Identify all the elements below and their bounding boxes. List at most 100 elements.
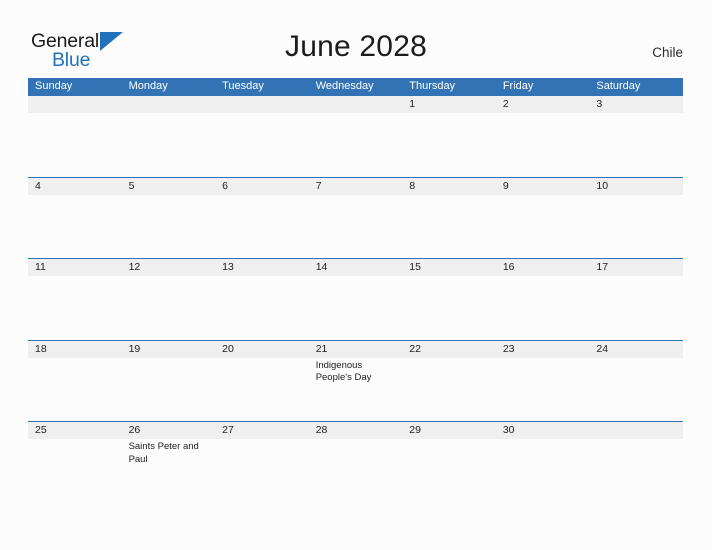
day-event — [596, 113, 683, 115]
day-cell[interactable]: 5 — [122, 178, 216, 259]
day-event — [222, 195, 309, 197]
day-number: 10 — [596, 179, 609, 192]
day-number: 26 — [128, 424, 141, 437]
day-number: 7 — [315, 179, 322, 192]
day-event: Saints Peter and Paul — [128, 441, 199, 465]
day-event — [129, 276, 216, 278]
day-event — [129, 195, 216, 197]
day-cell[interactable]: 12 — [122, 259, 216, 340]
day-cell[interactable]: 21 Indigenous People's Day — [309, 341, 403, 422]
day-number: 20 — [222, 342, 234, 355]
day-number: 9 — [502, 179, 509, 192]
day-event — [316, 195, 403, 197]
day-event — [503, 358, 590, 360]
day-cell[interactable]: 24 — [589, 341, 683, 422]
day-number: 17 — [596, 261, 609, 274]
day-number: 18 — [35, 342, 47, 355]
day-number: 1 — [409, 98, 416, 110]
day-number: 15 — [409, 261, 421, 274]
day-cell[interactable]: 29 — [402, 422, 496, 503]
day-cell[interactable] — [589, 422, 683, 503]
day-number: 25 — [35, 424, 47, 437]
day-event — [503, 276, 590, 278]
day-cell[interactable]: 23 — [496, 341, 590, 422]
day-cell[interactable]: 1 — [402, 96, 496, 177]
day-cell[interactable]: 30 — [496, 422, 590, 503]
day-cell[interactable]: 19 — [122, 341, 216, 422]
day-number: 30 — [502, 424, 515, 437]
weekday-header-saturday: Saturday — [596, 80, 641, 92]
day-event — [596, 358, 683, 360]
day-number: 22 — [409, 342, 421, 355]
day-event — [316, 113, 403, 115]
day-cell[interactable] — [28, 96, 122, 177]
day-cell[interactable]: 4 — [28, 178, 122, 259]
weekday-header-friday: Friday — [502, 80, 534, 92]
day-number: 28 — [315, 424, 328, 437]
day-cell[interactable]: 20 — [215, 341, 309, 422]
day-cell[interactable]: 14 — [309, 259, 403, 340]
day-number: 13 — [222, 261, 234, 274]
day-number: 23 — [502, 342, 515, 355]
day-cell[interactable] — [122, 96, 216, 177]
day-event — [35, 358, 122, 360]
day-number: 19 — [128, 342, 141, 355]
calendar-week-row: 1 2 3 — [28, 95, 683, 177]
page-title: June 2028 — [285, 30, 427, 63]
day-event: Indigenous People's Day — [315, 359, 372, 384]
day-event — [35, 113, 122, 115]
day-cell[interactable]: 9 — [496, 178, 590, 259]
day-cell[interactable]: 6 — [215, 178, 309, 259]
day-event — [409, 439, 496, 441]
day-cell[interactable]: 22 — [402, 341, 496, 422]
day-cell[interactable]: 25 — [28, 422, 122, 503]
day-number: 14 — [315, 261, 328, 274]
calendar-grid: Sunday Monday Tuesday Wednesday Thursday… — [28, 78, 683, 503]
day-number — [129, 96, 216, 113]
day-event — [503, 113, 590, 115]
weekday-header-monday: Monday — [128, 80, 168, 92]
weekday-header-sunday: Sunday — [35, 80, 73, 92]
day-number: 29 — [409, 424, 421, 437]
day-event — [35, 276, 122, 278]
day-cell[interactable]: 2 — [496, 96, 590, 177]
day-cell[interactable]: 7 — [309, 178, 403, 259]
day-event — [222, 276, 309, 278]
day-event — [316, 276, 403, 278]
day-number — [222, 96, 309, 113]
day-number: 8 — [409, 179, 416, 192]
day-event — [129, 358, 216, 360]
day-event — [596, 439, 683, 441]
day-cell[interactable]: 16 — [496, 259, 590, 340]
day-event — [409, 358, 496, 360]
day-cell[interactable]: 11 — [28, 259, 122, 340]
day-cell[interactable]: 8 — [402, 178, 496, 259]
day-number: 3 — [596, 98, 603, 110]
day-cell[interactable] — [215, 96, 309, 177]
day-cell[interactable]: 3 — [589, 96, 683, 177]
day-event — [409, 195, 496, 197]
day-number: 12 — [128, 261, 141, 274]
weekday-header-thursday: Thursday — [409, 80, 456, 92]
calendar-week-row: 4 5 6 7 8 9 10 — [28, 176, 683, 259]
day-event — [596, 195, 683, 197]
day-cell[interactable]: 26 Saints Peter and Paul — [122, 422, 216, 503]
day-cell[interactable]: 28 — [309, 422, 403, 503]
day-event — [409, 113, 496, 115]
day-event — [35, 195, 122, 197]
calendar-page: General Blue June 2028 Chile Sunday Mond… — [0, 0, 712, 550]
day-number: 5 — [128, 179, 135, 192]
calendar-week-row: 18 19 20 21 Indigenous People's Day 22 2… — [28, 339, 683, 422]
day-cell[interactable]: 18 — [28, 341, 122, 422]
day-cell[interactable] — [309, 96, 403, 177]
calendar-week-row: 25 26 Saints Peter and Paul 27 28 29 30 — [28, 421, 683, 503]
day-cell[interactable]: 27 — [215, 422, 309, 503]
day-number — [316, 96, 403, 113]
day-cell[interactable]: 13 — [215, 259, 309, 340]
day-number: 2 — [502, 98, 509, 110]
day-event — [503, 439, 590, 441]
day-cell[interactable]: 17 — [589, 259, 683, 340]
day-cell[interactable]: 10 — [589, 178, 683, 259]
day-cell[interactable]: 15 — [402, 259, 496, 340]
day-event — [409, 276, 496, 278]
